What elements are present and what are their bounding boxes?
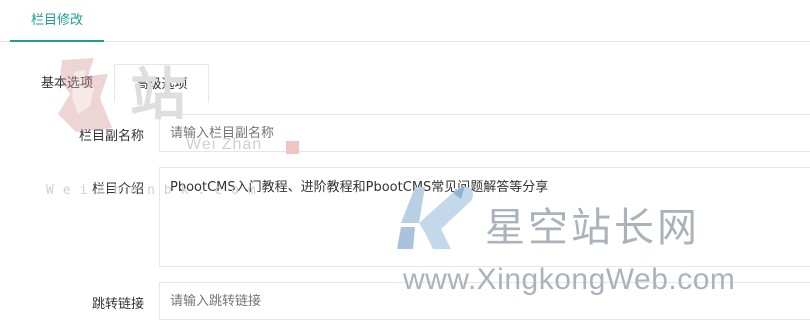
tab-edit-column[interactable]: 栏目修改 xyxy=(10,0,104,42)
description-label: 栏目介绍 xyxy=(91,182,144,197)
top-tab-bar: 栏目修改 xyxy=(0,0,810,42)
tab-advanced-options[interactable]: 高级选项 xyxy=(114,64,209,103)
tab-basic-options[interactable]: 基本选项 xyxy=(20,64,114,103)
subname-label: 栏目副名称 xyxy=(78,129,144,144)
outlink-input[interactable] xyxy=(159,282,810,320)
subname-input[interactable] xyxy=(159,114,810,152)
outlink-label: 跳转链接 xyxy=(91,297,144,312)
description-textarea[interactable]: PbootCMS入门教程、进阶教程和PbootCMS常见问题解答等分享 xyxy=(159,167,810,267)
